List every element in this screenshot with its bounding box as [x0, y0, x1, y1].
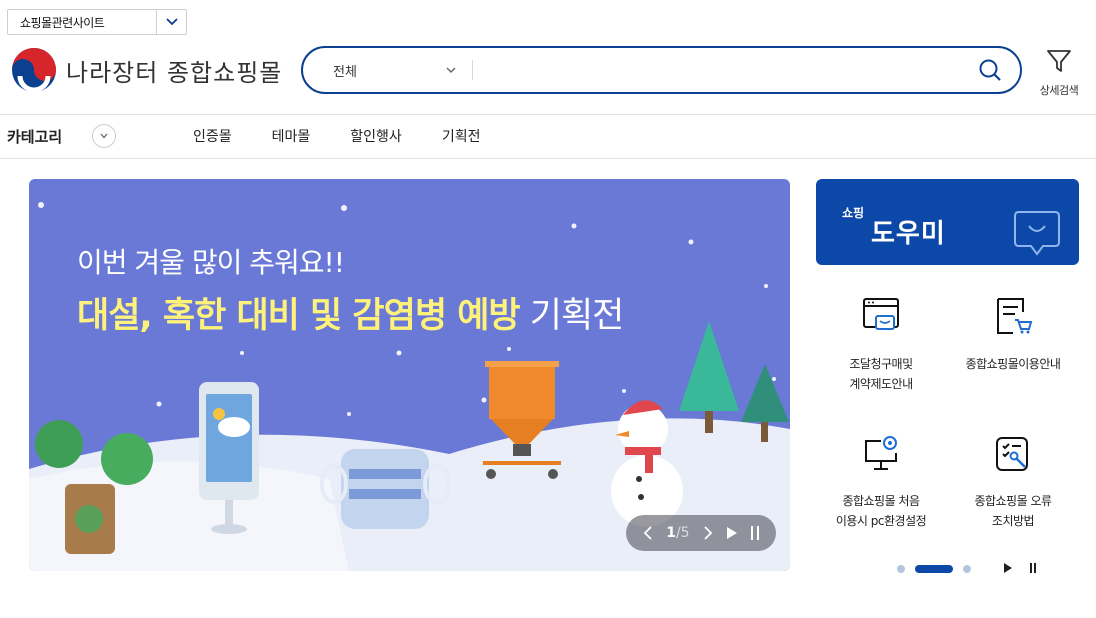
- chevron-down-icon: [100, 133, 108, 139]
- taegeuk-emblem-icon: [12, 48, 56, 93]
- category-label: 카테고리: [7, 127, 63, 146]
- helper-item-line2: 이용시 pc환경설정: [835, 514, 927, 528]
- helper-item-line2: 조치방법: [991, 514, 1035, 528]
- helper-pagination: [897, 559, 1037, 578]
- nav-theme-mall[interactable]: 테마몰: [272, 126, 311, 146]
- category-toggle[interactable]: [92, 124, 117, 148]
- divider: [0, 158, 1096, 159]
- search-bar: 전체: [301, 46, 1022, 94]
- search-category-value: 전체: [333, 64, 357, 80]
- slide-counter: 1/5: [666, 525, 689, 541]
- related-sites-select[interactable]: 쇼핑몰관련사이트: [7, 9, 187, 35]
- helper-item-procurement[interactable]: 조달청구매및계약제도안내: [816, 296, 946, 394]
- nav-certified-mall[interactable]: 인증몰: [193, 126, 232, 146]
- detail-search-label: 상세검색: [1039, 84, 1079, 97]
- category-menu[interactable]: 카테고리: [7, 124, 117, 148]
- chat-bubble-icon: [1014, 211, 1060, 256]
- helper-pause-button[interactable]: [1029, 559, 1037, 578]
- clipboard-wrench-icon: [996, 437, 1028, 471]
- banner-title-highlight: 대설, 혹한 대비 및 감염병 예방: [77, 296, 521, 336]
- detail-search-button[interactable]: 상세검색: [1030, 48, 1088, 98]
- pause-button[interactable]: [750, 525, 760, 541]
- chevron-left-icon: [643, 526, 652, 540]
- banner-title: 대설, 혹한 대비 및 감염병 예방 기획전: [77, 287, 625, 338]
- helper-play-button[interactable]: [1003, 559, 1013, 578]
- helper-item-pc-settings[interactable]: 종합쇼핑몰 처음이용시 pc환경설정: [816, 433, 946, 531]
- helper-item-line1: 종합쇼핑몰 처음: [842, 494, 920, 508]
- helper-item-line2: 계약제도안내: [849, 377, 913, 391]
- play-icon: [1004, 563, 1012, 573]
- pagination-dot-active[interactable]: [915, 564, 953, 573]
- laptop-icon: [863, 298, 899, 330]
- play-icon: [726, 527, 737, 539]
- main-banner[interactable]: 이번 겨울 많이 추워요!! 대설, 혹한 대비 및 감염병 예방 기획전 1/…: [29, 179, 790, 571]
- helper-item-usage-guide[interactable]: 종합쇼핑몰이용안내: [948, 296, 1078, 374]
- filter-icon: [1047, 50, 1071, 72]
- divider: [0, 114, 1096, 115]
- winter-scene-illustration: [29, 202, 790, 571]
- search-icon: [979, 59, 1001, 81]
- document-cart-icon: [997, 298, 1033, 334]
- search-input[interactable]: [473, 50, 960, 90]
- nav-discount-event[interactable]: 할인행사: [350, 126, 402, 146]
- search-category-select[interactable]: 전체: [303, 48, 473, 92]
- helper-title: 도우미: [871, 219, 946, 249]
- pause-icon: [1030, 563, 1036, 573]
- chevron-right-icon: [704, 526, 712, 540]
- nav-special-exhibition[interactable]: 기획전: [442, 126, 481, 146]
- main-nav: 인증몰 테마몰 할인행사 기획전: [193, 126, 520, 146]
- pause-icon: [750, 526, 759, 540]
- site-logo[interactable]: 나라장터 종합쇼핑몰: [10, 46, 282, 94]
- helper-item-line1: 종합쇼핑몰이용안내: [965, 357, 1061, 371]
- banner-controls: 1/5: [626, 515, 776, 551]
- chevron-down-icon[interactable]: [156, 10, 186, 34]
- shopping-helper-panel[interactable]: 쇼핑 도우미: [816, 179, 1079, 265]
- helper-small-label: 쇼핑: [842, 206, 865, 220]
- pagination-dot[interactable]: [897, 564, 905, 573]
- next-slide-button[interactable]: [702, 525, 714, 541]
- helper-item-line1: 종합쇼핑몰 오류: [974, 494, 1052, 508]
- helper-item-line1: 조달청구매및: [849, 357, 913, 371]
- related-sites-label: 쇼핑몰관련사이트: [20, 15, 105, 30]
- slide-current: 1: [666, 525, 676, 541]
- banner-headline: 이번 겨울 많이 추워요!!: [77, 246, 345, 279]
- banner-title-rest: 기획전: [529, 296, 625, 336]
- play-button[interactable]: [726, 526, 738, 540]
- chevron-down-icon: [446, 67, 456, 73]
- helper-item-error-fix[interactable]: 종합쇼핑몰 오류조치방법: [948, 433, 1078, 531]
- prev-slide-button[interactable]: [642, 525, 654, 541]
- pagination-dot[interactable]: [963, 564, 971, 573]
- site-name: 나라장터 종합쇼핑몰: [66, 58, 283, 87]
- monitor-gear-icon: [865, 436, 897, 470]
- search-button[interactable]: [960, 48, 1020, 92]
- slide-total: /5: [675, 525, 690, 541]
